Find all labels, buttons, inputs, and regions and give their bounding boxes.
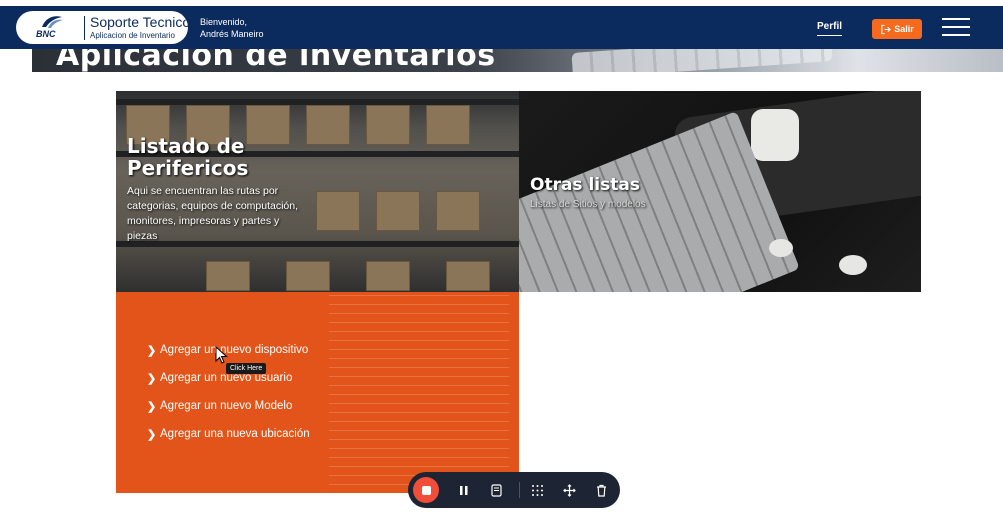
brand-title: Soporte Tecnico bbox=[90, 14, 191, 30]
airpods-case-image bbox=[751, 109, 799, 161]
otras-listas-description: Listas de Sitios y modelos bbox=[530, 199, 646, 210]
perifericos-description: Aqui se encuentran las rutas por categor… bbox=[127, 185, 299, 242]
delete-button[interactable] bbox=[588, 477, 614, 503]
bnc-logo-icon bbox=[42, 16, 63, 28]
notes-icon bbox=[490, 483, 502, 497]
toolbar-divider bbox=[519, 482, 520, 498]
click-here-tooltip: Click Here bbox=[226, 363, 267, 374]
chevron-right-icon: ❯ bbox=[147, 372, 157, 385]
perfil-link[interactable]: Perfil bbox=[817, 21, 843, 36]
stop-icon bbox=[421, 485, 431, 495]
chevron-right-icon: ❯ bbox=[147, 344, 157, 357]
pause-button[interactable] bbox=[451, 477, 477, 503]
chevron-right-icon: ❯ bbox=[147, 400, 157, 413]
navbar: BNC Soporte Tecnico Aplicacion de Invent… bbox=[0, 6, 1003, 49]
grid-icon bbox=[531, 484, 543, 496]
bnc-logo: BNC bbox=[36, 15, 80, 43]
mouse-cursor-icon bbox=[215, 346, 228, 364]
recorder-toolbar bbox=[408, 472, 620, 508]
trash-icon bbox=[596, 484, 606, 497]
welcome-user-name: Andrés Maneiro bbox=[200, 29, 264, 39]
brand-divider bbox=[84, 16, 85, 40]
welcome-greeting: Bienvenido, bbox=[200, 17, 248, 27]
actions-card: ❯ Agregar un nuevo dispositivo ❯ Agregar… bbox=[116, 292, 519, 493]
chevron-right-icon: ❯ bbox=[147, 428, 157, 441]
brand[interactable]: BNC Soporte Tecnico Aplicacion de Invent… bbox=[16, 11, 191, 44]
welcome-text: Bienvenido, Andrés Maneiro bbox=[200, 16, 264, 40]
add-model-label: Agregar un nuevo Modelo bbox=[160, 400, 293, 412]
pause-icon bbox=[460, 485, 468, 495]
hamburger-menu-icon[interactable] bbox=[942, 18, 970, 38]
page: Aplicación de inventarios BNC Soporte Te… bbox=[0, 0, 1003, 514]
salir-label: Salir bbox=[894, 24, 914, 34]
add-location-label: Agregar una nueva ubicación bbox=[160, 428, 310, 440]
move-button[interactable] bbox=[556, 477, 582, 503]
perifericos-card[interactable]: Listado de Perifericos Aqui se encuentra… bbox=[116, 91, 519, 292]
bnc-logo-text: BNC bbox=[36, 29, 56, 39]
move-icon bbox=[562, 483, 576, 497]
grid-button[interactable] bbox=[524, 477, 550, 503]
code-background bbox=[329, 292, 509, 493]
otras-listas-title: Otras listas bbox=[530, 175, 640, 195]
airpod-image bbox=[839, 255, 867, 275]
add-model-link[interactable]: ❯ Agregar un nuevo Modelo bbox=[147, 392, 310, 420]
airpod-image bbox=[769, 239, 793, 257]
perifericos-title: Listado de Perifericos bbox=[127, 134, 249, 180]
salir-button[interactable]: Salir bbox=[872, 19, 922, 39]
notes-button[interactable] bbox=[483, 477, 509, 503]
add-location-link[interactable]: ❯ Agregar una nueva ubicación bbox=[147, 420, 310, 448]
otras-listas-card[interactable]: Otras listas Listas de Sitios y modelos bbox=[519, 91, 921, 292]
add-device-label: Agregar un nuevo dispositivo bbox=[160, 344, 309, 356]
logout-icon bbox=[881, 24, 892, 34]
stop-recording-button[interactable] bbox=[413, 477, 439, 503]
brand-subtitle: Aplicacion de Inventario bbox=[90, 31, 175, 40]
